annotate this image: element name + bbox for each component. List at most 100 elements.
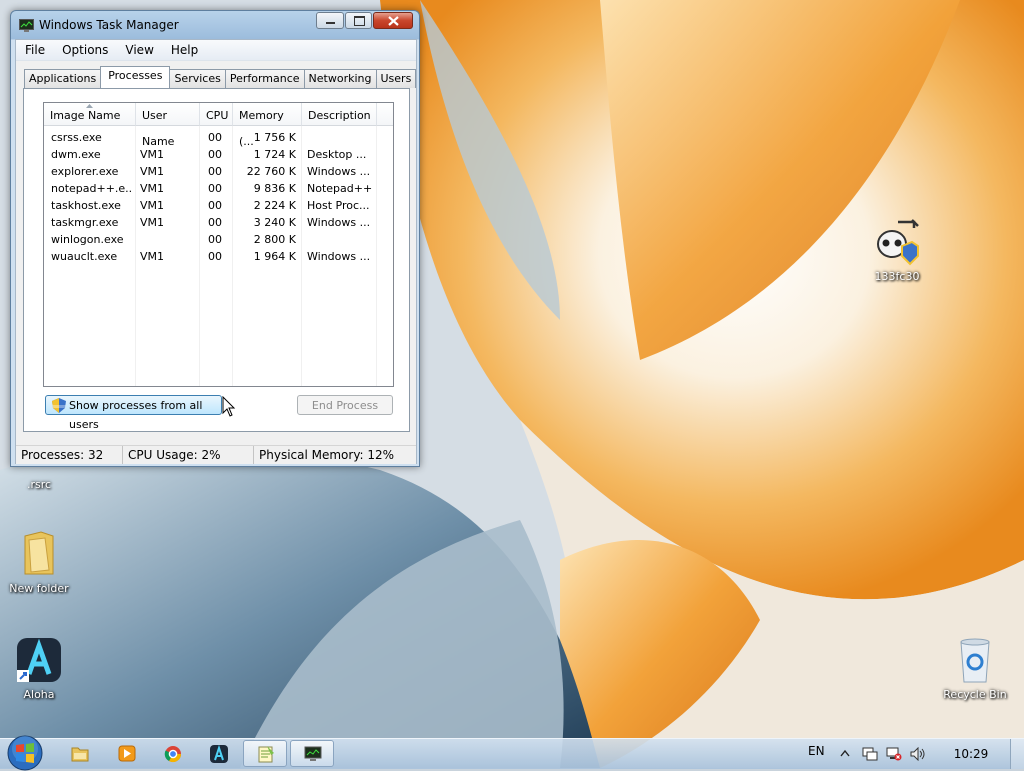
maximize-button[interactable] — [345, 12, 372, 29]
process-cpu: 00 — [208, 250, 222, 263]
process-name: taskmgr.exe — [51, 216, 119, 229]
process-cpu: 00 — [208, 233, 222, 246]
taskbar-explorer[interactable] — [58, 740, 102, 767]
tray-overflow-icon[interactable] — [840, 749, 850, 757]
table-row[interactable]: notepad++.e... VM1 00 9 836 K Notepad++ — [44, 180, 393, 197]
process-memory: 1 724 K — [253, 148, 296, 161]
taskbar-task-manager[interactable] — [290, 740, 334, 767]
chrome-icon — [164, 746, 182, 763]
process-description: Notepad++ — [307, 182, 373, 195]
task-manager-icon — [304, 746, 322, 761]
tab-services[interactable]: Services — [169, 69, 226, 88]
process-user: VM1 — [140, 165, 165, 178]
notepad-icon — [258, 746, 274, 763]
process-description: Windows ... — [307, 165, 371, 178]
process-description: Windows ... — [307, 216, 371, 229]
process-name: explorer.exe — [51, 165, 119, 178]
process-memory: 9 836 K — [253, 182, 296, 195]
show-desktop-button[interactable] — [1010, 739, 1024, 769]
title-bar[interactable]: Windows Task Manager — [19, 15, 179, 35]
process-memory: 22 760 K — [246, 165, 296, 178]
aloha-label: Aloha — [23, 688, 55, 701]
media-player-icon — [118, 745, 136, 762]
table-row[interactable]: wuauclt.exe VM1 00 1 964 K Windows ... — [44, 248, 393, 265]
tab-processes[interactable]: Processes — [100, 66, 171, 88]
show-all-processes-button[interactable]: Show processes from all users — [45, 395, 222, 431]
mouse-cursor-icon — [222, 396, 236, 417]
table-row[interactable]: explorer.exe VM1 00 22 760 K Windows ... — [44, 163, 393, 180]
process-cpu: 00 — [208, 199, 222, 212]
process-name: winlogon.exe — [51, 233, 124, 246]
column-description[interactable]: Description — [302, 103, 377, 126]
tab-performance[interactable]: Performance — [224, 69, 305, 88]
table-row[interactable]: dwm.exe VM1 00 1 724 K Desktop ... — [44, 146, 393, 163]
table-row[interactable]: csrss.exe 00 1 756 K — [44, 129, 393, 146]
status-cpu-usage: CPU Usage: 2% — [123, 446, 254, 464]
tab-networking[interactable]: Networking — [303, 69, 377, 88]
folder-icon — [24, 531, 54, 575]
file133-label: 133fc30 — [874, 270, 920, 283]
table-row[interactable]: taskmgr.exe VM1 00 3 240 K Windows ... — [44, 214, 393, 231]
tab-strip: Applications Processes Services Performa… — [24, 66, 417, 88]
process-list[interactable]: Image Name User Name CPU Memory (... Des… — [43, 102, 394, 387]
process-user: VM1 — [140, 182, 165, 195]
end-process-button[interactable]: End Process — [297, 395, 393, 415]
process-description: Windows ... — [307, 250, 371, 263]
rsrc-label: .rsrc — [26, 478, 52, 491]
process-memory: 1 756 K — [253, 131, 296, 144]
network-icon[interactable] — [886, 747, 902, 761]
process-name: wuauclt.exe — [51, 250, 118, 263]
desktop-icon-rsrc[interactable]: .rsrc — [0, 478, 78, 491]
table-row[interactable]: winlogon.exe 00 2 800 K — [44, 231, 393, 248]
menu-view[interactable]: View — [116, 40, 161, 60]
recycle-bin-label: Recycle Bin — [943, 688, 1007, 701]
taskbar: EN 10:29 — [0, 735, 1024, 771]
process-user: VM1 — [140, 148, 165, 161]
process-cpu: 00 — [208, 131, 222, 144]
process-cpu: 00 — [208, 165, 222, 178]
close-icon — [388, 16, 399, 26]
explorer-icon — [71, 747, 89, 762]
process-user: VM1 — [140, 216, 165, 229]
action-center-icon[interactable] — [862, 747, 878, 761]
column-user-name[interactable]: User Name — [136, 103, 200, 148]
menu-help[interactable]: Help — [162, 40, 206, 60]
maximize-icon — [354, 16, 365, 26]
volume-icon[interactable] — [910, 747, 926, 761]
column-memory[interactable]: Memory (... — [233, 103, 302, 148]
table-row[interactable]: taskhost.exe VM1 00 2 224 K Host Proc... — [44, 197, 393, 214]
minimize-button[interactable] — [316, 12, 344, 29]
process-user: VM1 — [140, 199, 165, 212]
desktop-icon-new-folder[interactable]: New folder — [0, 530, 78, 595]
tab-applications[interactable]: Applications — [24, 69, 102, 88]
column-image-name[interactable]: Image Name — [44, 103, 136, 126]
menu-bar: File Options View Help — [16, 40, 416, 61]
language-indicator[interactable]: EN — [808, 739, 825, 763]
process-memory: 2 800 K — [253, 233, 296, 246]
taskbar-aloha[interactable] — [197, 740, 241, 767]
desktop-icon-133fc30[interactable]: 133fc30 — [858, 218, 936, 283]
taskbar-notepad[interactable] — [243, 740, 287, 767]
taskbar-chrome[interactable] — [151, 740, 195, 767]
sort-arrow-icon — [86, 104, 93, 108]
column-filler — [377, 103, 393, 126]
process-cpu: 00 — [208, 216, 222, 229]
process-name: notepad++.e... — [51, 182, 133, 195]
taskbar-media-player[interactable] — [105, 740, 149, 767]
start-orb-icon[interactable] — [4, 735, 46, 771]
window-title: Windows Task Manager — [39, 18, 179, 32]
desktop-icon-aloha[interactable]: Aloha — [0, 636, 78, 701]
column-cpu[interactable]: CPU — [200, 103, 233, 126]
process-memory: 1 964 K — [253, 250, 296, 263]
menu-options[interactable]: Options — [53, 40, 116, 60]
process-user: VM1 — [140, 250, 165, 263]
process-name: taskhost.exe — [51, 199, 121, 212]
column-image-name-label: Image Name — [50, 109, 121, 122]
process-memory: 3 240 K — [253, 216, 296, 229]
desktop-icon-recycle-bin[interactable]: Recycle Bin — [936, 636, 1014, 701]
close-button[interactable] — [373, 12, 413, 29]
clock[interactable]: 10:29 — [948, 739, 994, 769]
tab-users[interactable]: Users — [375, 69, 417, 88]
process-cpu: 00 — [208, 182, 222, 195]
menu-file[interactable]: File — [16, 40, 53, 60]
